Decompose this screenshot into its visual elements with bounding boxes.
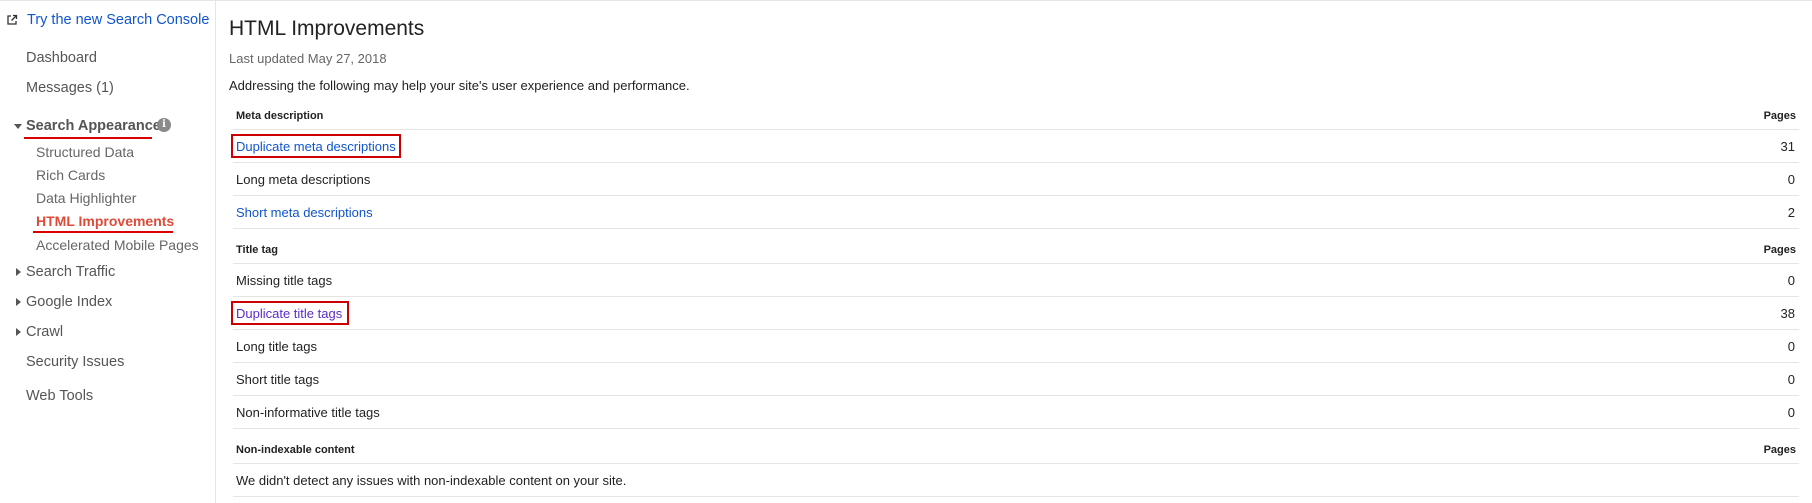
sidebar-item-html-improvements[interactable]: HTML Improvements [36,213,174,229]
intro-text: Addressing the following may help your s… [229,78,690,93]
sidebar-item-security-issues[interactable]: Security Issues [26,354,124,370]
non-indexable-message: We didn't detect any issues with non-ind… [236,473,627,488]
row-label: Long meta descriptions [236,172,371,187]
table-row: Long title tags 0 [233,330,1799,363]
sidebar-item-crawl[interactable]: Crawl [26,324,63,340]
try-new-search-console-link[interactable]: Try the new Search Console [6,12,209,28]
sidebar-item-accelerated-mobile-pages[interactable]: Accelerated Mobile Pages [36,237,199,253]
table-row: Missing title tags 0 [233,264,1799,297]
row-label: Short title tags [236,372,320,387]
title-tag-header: Title tag Pages [233,237,1799,264]
sidebar-item-search-appearance[interactable]: Search Appearance [26,118,161,134]
table-row: We didn't detect any issues with non-ind… [233,464,1799,497]
expand-down-icon [14,124,22,129]
row-value: 2 [1787,205,1795,220]
row-label: Missing title tags [236,273,333,288]
page-title: HTML Improvements [229,17,425,40]
non-indexable-header-label: Non-indexable content [236,444,355,456]
row-value: 0 [1787,273,1795,288]
sidebar-item-data-highlighter[interactable]: Data Highlighter [36,190,136,206]
highlight-box [231,301,349,325]
row-label: Non-informative title tags [236,405,380,420]
row-value: 0 [1787,172,1795,187]
try-new-search-console-label: Try the new Search Console [27,12,210,28]
title-tag-header-label: Title tag [236,244,278,256]
sidebar: Try the new Search Console Dashboard Mes… [0,0,216,503]
expand-right-icon [16,328,21,336]
table-row: Duplicate title tags 38 [233,297,1799,330]
title-tag-pages-label: Pages [1763,244,1796,256]
sidebar-item-structured-data[interactable]: Structured Data [36,144,134,160]
table-row: Non-informative title tags 0 [233,396,1799,429]
sidebar-item-web-tools[interactable]: Web Tools [26,388,93,404]
row-value: 0 [1787,372,1795,387]
row-value: 0 [1787,339,1795,354]
meta-description-pages-label: Pages [1763,110,1796,122]
row-value: 31 [1780,139,1795,154]
table-row: Short meta descriptions 2 [233,196,1799,229]
external-link-icon [7,14,18,25]
row-label: Long title tags [236,339,317,354]
last-updated: Last updated May 27, 2018 [229,51,387,66]
short-meta-descriptions-link[interactable]: Short meta descriptions [236,205,373,220]
expand-right-icon [16,268,21,276]
table-row: Duplicate meta descriptions 31 [233,130,1799,163]
info-icon[interactable]: i [157,118,171,132]
meta-description-header: Meta description Pages [233,103,1799,130]
sidebar-item-rich-cards[interactable]: Rich Cards [36,167,105,183]
sidebar-item-messages[interactable]: Messages (1) [26,80,114,96]
sidebar-item-google-index[interactable]: Google Index [26,294,112,310]
non-indexable-pages-label: Pages [1763,444,1796,456]
non-indexable-header: Non-indexable content Pages [233,437,1799,464]
sidebar-item-dashboard[interactable]: Dashboard [26,50,97,66]
table-row: Long meta descriptions 0 [233,163,1799,196]
table-row: Short title tags 0 [233,363,1799,396]
sidebar-item-search-traffic[interactable]: Search Traffic [26,264,115,280]
row-value: 38 [1780,306,1795,321]
html-improvements-underline [33,231,173,233]
top-divider [0,0,1812,1]
highlight-box [231,134,401,158]
search-appearance-underline [24,137,152,139]
row-value: 0 [1787,405,1795,420]
expand-right-icon [16,298,21,306]
meta-description-header-label: Meta description [236,110,324,122]
